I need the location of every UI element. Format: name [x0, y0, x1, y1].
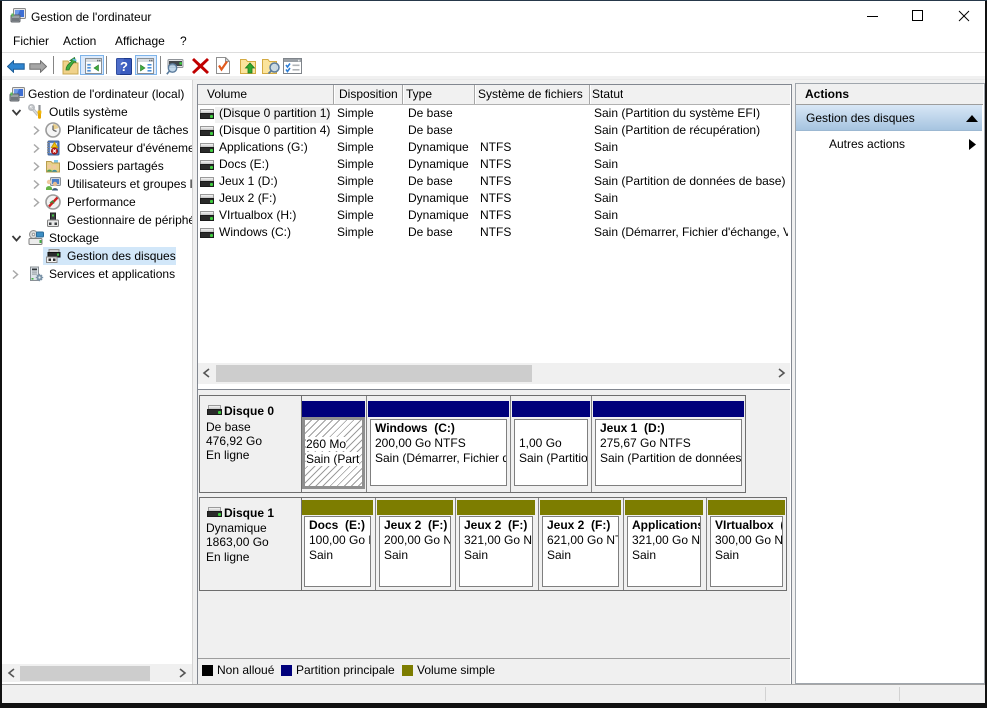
svg-text:?: ? — [120, 59, 128, 74]
